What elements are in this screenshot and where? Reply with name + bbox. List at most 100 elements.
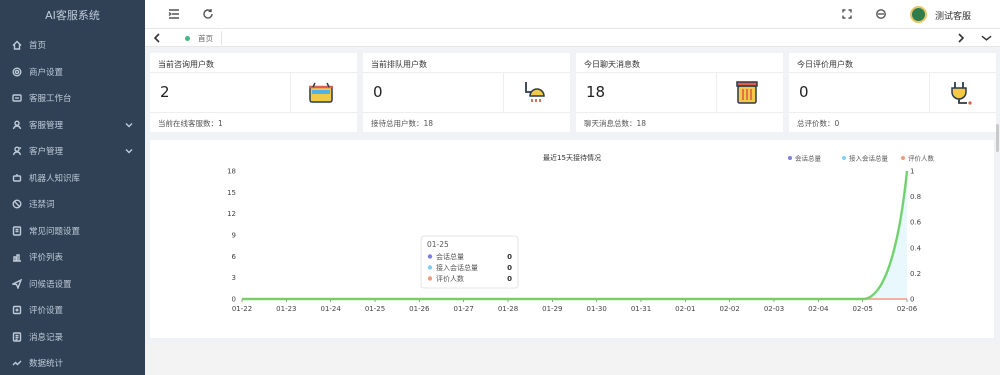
x-tick-label: 01-26 [409,305,430,313]
user-icon [11,119,23,131]
statistics-icon [11,357,23,369]
y2-tick-label: 0.6 [910,219,922,227]
chevron-down-icon [125,147,133,155]
stat-card: 当前排队用户数 0 接待总用户数：18 [363,53,570,132]
card-title: 当前咨询用户数 [158,60,214,69]
sidebar-item-rating[interactable]: 评价列表 [0,244,145,271]
tooltip-value: 0 [507,253,512,261]
y-tick-label: 12 [227,210,236,218]
sidebar-item-label: 客服工作台 [29,94,72,105]
rating-icon [11,251,23,263]
card-value: 2 [160,83,170,101]
sidebar-item-label: 客服管理 [29,120,64,131]
menu-toggle-icon[interactable] [168,8,180,20]
x-tick-label: 01-29 [542,305,562,313]
top-header: 测试客服 [145,0,1000,29]
sidebar-item-label: 问候语设置 [29,279,72,290]
y-tick-label: 18 [227,168,236,176]
card-title: 今日评价用户数 [797,60,853,69]
y-tick-label: 6 [232,253,237,261]
divider [150,112,357,113]
tooltip-marker [427,276,433,281]
theme-icon[interactable] [875,8,887,20]
tab-home-label: 首页 [198,33,213,43]
workbench-icon [11,92,23,104]
x-tick-label: 02-02 [719,305,739,313]
sidebar-item-label: 评价列表 [29,253,64,264]
sidebar-item-label: 消息记录 [29,332,64,343]
sidebar-item-faq[interactable]: 常见问题设置 [0,218,145,245]
fullscreen-icon[interactable] [841,8,853,20]
cabinet-icon [716,72,776,112]
card-title: 今日聊天消息数 [584,60,640,69]
sidebar-item-forbidden[interactable]: 违禁词 [0,191,145,218]
y2-tick-label: 0.8 [910,193,921,201]
tooltip-label: 接入会话总量 [436,263,478,272]
y-tick-label: 0 [232,296,236,304]
sidebar-item-user[interactable]: 客服管理 [0,112,145,139]
tooltip-value: 0 [507,264,512,272]
x-tick-label: 01-23 [276,305,296,313]
tab-home[interactable]: 首页 [177,31,222,45]
sidebar-item-rating-settings[interactable]: 评价设置 [0,297,145,324]
series-line[interactable] [242,170,908,300]
x-tick-label: 01-25 [365,305,385,313]
tags-scroll-right-icon[interactable] [957,33,967,43]
sidebar-item-statistics[interactable]: 数据统计 [0,350,145,375]
tooltip-label: 评价人数 [436,274,464,283]
card-value: 0 [799,83,809,101]
message-log-icon [11,331,23,343]
sidebar-menu: 首页商户设置客服工作台客服管理客户管理机器人知识库 违禁词常见问题设置评价列表问候… [0,32,145,375]
legend-marker [901,156,905,160]
stat-card: 今日评价用户数 0 总评价数：0 [789,53,996,132]
forbidden-icon [11,198,23,210]
chart-title: 最近15天接待情况 [543,153,601,162]
sidebar-item-workbench[interactable]: 客服工作台 [0,85,145,112]
sidebar-item-label: 评价设置 [29,306,64,317]
tags-bar: 首页 [145,29,1000,47]
sidebar-item-greeting[interactable]: 问候语设置 [0,271,145,298]
legend-label[interactable]: 会话总量 [795,154,822,163]
sidebar-item-home[interactable]: 首页 [0,32,145,59]
x-tick-label: 01-28 [498,305,518,313]
series-area [242,171,907,299]
home-icon [11,39,23,51]
y-tick-label: 9 [232,232,236,240]
series-line[interactable] [242,170,908,300]
stat-card: 当前咨询用户数 2 当前在线客服数：1 [150,53,357,132]
avatar[interactable] [910,6,927,23]
scrollbar[interactable] [996,124,999,152]
x-tick-label: 02-03 [764,305,784,313]
card-footer: 接待总用户数：18 [371,119,434,128]
tooltip-title: 01-25 [427,240,449,249]
sidebar: AI客服系统 首页 商户设置 客服工作台 客服管理 客户管理 机器人知识库 违禁词 常见问题设… [0,0,145,375]
legend-label[interactable]: 接入会话总量 [849,154,889,163]
tags-menu-chevron-icon[interactable] [981,33,993,43]
sidebar-item-label: 商户设置 [29,67,64,78]
sidebar-item-robot[interactable]: 机器人知识库 [0,165,145,192]
divider [576,112,783,113]
sidebar-item-label: 违禁词 [29,200,55,211]
faq-icon [11,225,23,237]
plug-icon [929,72,989,112]
legend-marker [842,156,846,160]
settings-icon [11,66,23,78]
rating-settings-icon [11,304,23,316]
x-tick-label: 01-27 [453,305,473,313]
username[interactable]: 测试客服 [935,9,971,22]
y2-tick-label: 1 [910,168,914,176]
sidebar-item-message-log[interactable]: 消息记录 [0,324,145,351]
sidebar-item-label: 机器人知识库 [29,173,81,184]
sidebar-item-settings[interactable]: 商户设置 [0,59,145,86]
x-tick-label: 02-01 [675,305,695,313]
legend-label[interactable]: 评价人数 [908,154,935,163]
chevron-down-icon [125,121,133,129]
x-tick-label: 02-06 [897,305,918,313]
sidebar-item-label: 客户管理 [29,147,64,158]
refresh-icon[interactable] [202,8,214,20]
x-tick-label: 02-05 [852,305,872,313]
sidebar-item-customer[interactable]: 客户管理 [0,138,145,165]
tooltip-marker [427,265,433,270]
tags-scroll-left-icon[interactable] [153,33,163,43]
divider [363,112,570,113]
